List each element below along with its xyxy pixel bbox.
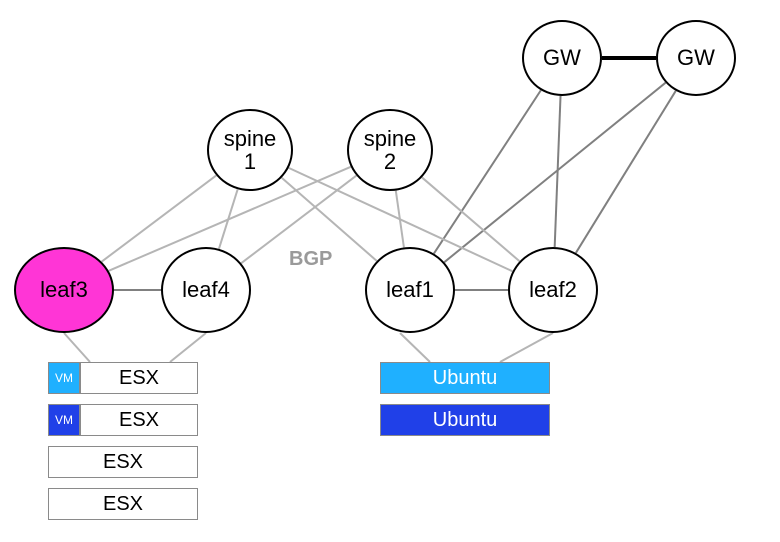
host-ubuntu2-label: Ubuntu xyxy=(433,409,498,432)
edge-gw1-leaf2 xyxy=(555,96,561,247)
edge-spine2-leaf1 xyxy=(396,191,404,248)
node-spine2: spine 2 xyxy=(347,109,433,191)
host-esx2: ESX xyxy=(80,404,198,436)
edge-spine2-leaf2 xyxy=(422,177,520,261)
node-leaf3: leaf3 xyxy=(14,247,114,333)
host-esx4-label: ESX xyxy=(103,493,143,516)
host-esx3: ESX xyxy=(48,446,198,478)
edge-host-1 xyxy=(170,333,206,362)
host-esx4: ESX xyxy=(48,488,198,520)
vm-badge-esx1: VM xyxy=(48,362,80,394)
edge-gw2-leaf2 xyxy=(576,91,676,253)
edge-gw1-leaf1 xyxy=(434,90,541,253)
node-spine1: spine 1 xyxy=(207,109,293,191)
host-ubuntu1-label: Ubuntu xyxy=(433,367,498,390)
topology-diagram: BGP GW GW spine 1 spine 2 leaf3 leaf4 le… xyxy=(0,0,780,542)
host-esx2-label: ESX xyxy=(119,409,159,432)
node-leaf2: leaf2 xyxy=(508,247,598,333)
host-ubuntu2: Ubuntu xyxy=(380,404,550,436)
host-esx1-label: ESX xyxy=(119,367,159,390)
edge-spine1-leaf1 xyxy=(282,178,377,261)
edge-label-bgp: BGP xyxy=(289,248,332,271)
edge-host-2 xyxy=(400,333,430,362)
host-esx1: ESX xyxy=(80,362,198,394)
host-ubuntu1: Ubuntu xyxy=(380,362,550,394)
node-leaf4: leaf4 xyxy=(161,247,251,333)
host-esx3-label: ESX xyxy=(103,451,143,474)
edge-host-3 xyxy=(500,333,553,362)
edge-spine1-leaf4 xyxy=(219,189,238,249)
edge-gw2-leaf1 xyxy=(444,83,665,262)
edge-host-0 xyxy=(64,333,90,362)
node-leaf1: leaf1 xyxy=(365,247,455,333)
node-gw2: GW xyxy=(656,20,736,96)
node-gw1: GW xyxy=(522,20,602,96)
vm-badge-esx2: VM xyxy=(48,404,80,436)
